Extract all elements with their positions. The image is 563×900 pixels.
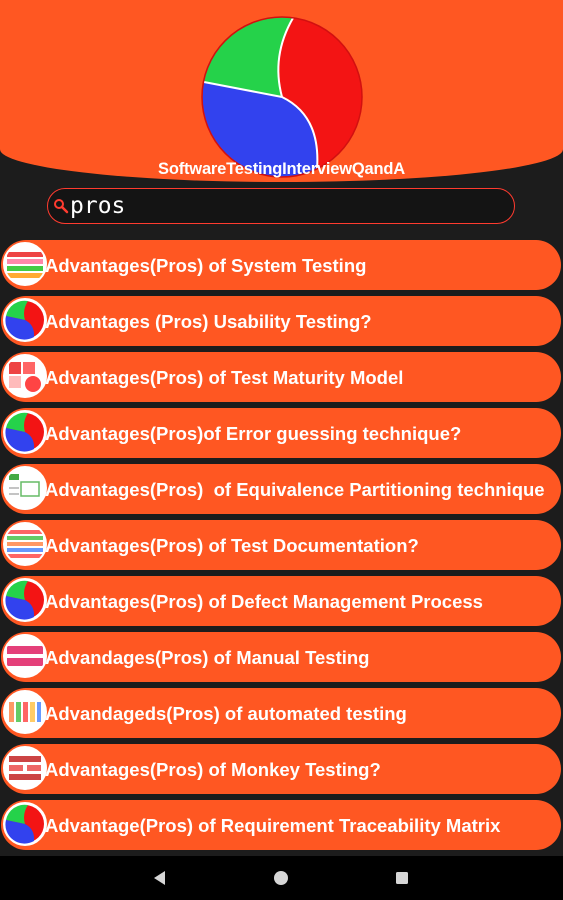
slide-thumbnail [3,634,47,678]
list-item[interactable]: Advantages (Pros) Usability Testing? [1,296,561,346]
list-item-label: Advantage(Pros) of Requirement Traceabil… [45,814,501,836]
list-item-label: Advantages(Pros) of Monkey Testing? [45,758,381,780]
chart-thumbnail [3,242,47,286]
list-item[interactable]: Advantages(Pros) of Defect Management Pr… [1,576,561,626]
list-item[interactable]: Advantages(Pros) of Test Documentation? [1,520,561,570]
home-circle-icon[interactable] [271,868,291,888]
list-item-label: Advantages(Pros) of Test Maturity Model [45,366,404,388]
list-item[interactable]: Advantages(Pros)of Error guessing techni… [1,408,561,458]
stripes-thumbnail [3,522,47,566]
list-item-label: Advandages(Pros) of Manual Testing [45,646,370,668]
recents-square-icon[interactable] [392,868,412,888]
app-logo-thumbnail [3,802,47,846]
list-item-label: Advantages(Pros) of Defect Management Pr… [45,590,483,612]
list-item[interactable]: Advantages(Pros) of Test Maturity Model [1,352,561,402]
search-bar[interactable] [47,188,515,224]
puzzle-thumbnail [3,354,47,398]
list-item[interactable]: Advandages(Pros) of Manual Testing [1,632,561,682]
app-logo-thumbnail [3,578,47,622]
list-item[interactable]: Advantage(Pros) of Requirement Traceabil… [1,800,561,850]
table-thumbnail [3,746,47,790]
list-item[interactable]: Advantages(Pros) of System Testing [1,240,561,290]
search-input[interactable] [70,192,500,220]
diagram-thumbnail [3,466,47,510]
app-logo [201,16,363,178]
app-title: SoftwareTestingInterviewQandA [158,160,405,178]
app-logo-thumbnail [3,298,47,342]
list-item[interactable]: Advantages(Pros) of Monkey Testing? [1,744,561,794]
back-triangle-icon[interactable] [150,868,170,888]
list-item[interactable]: Advantages(Pros) of Equivalence Partitio… [1,464,561,514]
list-item[interactable]: Advandageds(Pros) of automated testing [1,688,561,738]
search-icon [54,199,69,214]
app-logo-thumbnail [3,410,47,454]
list-item-label: Advantages(Pros) of Equivalence Partitio… [45,478,545,500]
list-item-label: Advantages(Pros) of Test Documentation? [45,534,419,556]
list-item-label: Advantages(Pros)of Error guessing techni… [45,422,462,444]
system-navigation-bar [0,856,563,900]
list-item-label: Advantages(Pros) of System Testing [45,254,367,276]
blocks-thumbnail [3,690,47,734]
list-item-label: Advandageds(Pros) of automated testing [45,702,407,724]
list-item-label: Advantages (Pros) Usability Testing? [45,310,372,332]
